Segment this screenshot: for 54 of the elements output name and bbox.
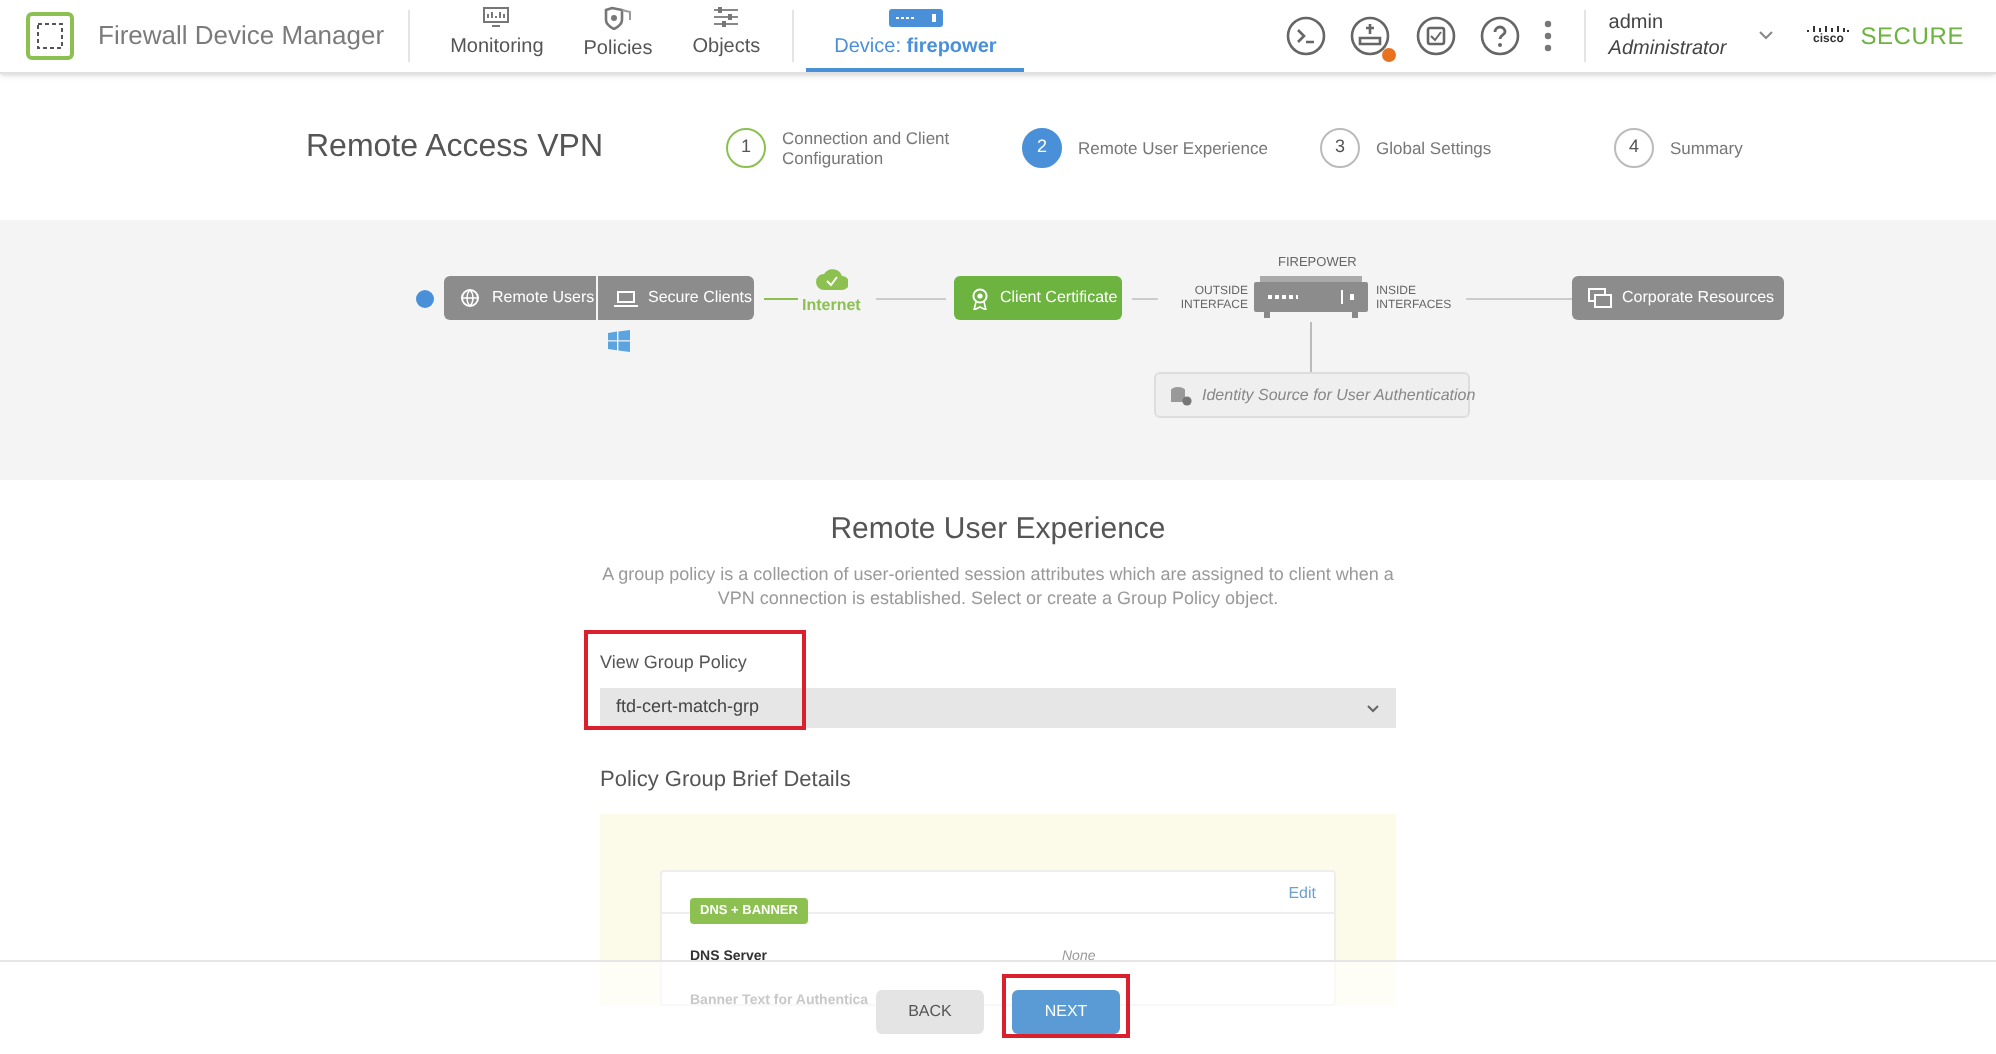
user-role: Administrator (1608, 36, 1727, 62)
bars-icon (1806, 24, 1851, 34)
ribbon-icon (970, 287, 990, 309)
wizard-title: Remote Access VPN (306, 127, 605, 167)
app-title: Firewall Device Manager (98, 18, 385, 55)
globe-icon (460, 287, 482, 309)
chevron-down-icon (1366, 703, 1380, 713)
cloud-icon (816, 268, 848, 290)
database-icon (1170, 385, 1192, 405)
windows-icon (608, 330, 630, 352)
windows-stack-icon (1588, 288, 1612, 308)
step-number: 2 (1022, 127, 1062, 167)
clients-node: Secure Clients (598, 276, 754, 320)
user-name: admin (1608, 10, 1666, 36)
app-logo-icon (26, 12, 74, 60)
brand-product: SECURE (1860, 20, 1964, 54)
connector-line (1466, 298, 1572, 300)
monitor-icon (482, 6, 511, 28)
section-description: A group policy is a collection of user-oriented session attributes which are assigned to client when a VPN connection is established. Select or create a Group Policy object. (600, 561, 1396, 609)
terminal-icon[interactable] (1286, 16, 1327, 56)
identity-node: Identity Source for User Authentication (1154, 372, 1470, 418)
resources-node: Corporate Resources (1572, 276, 1784, 320)
shield-icon (604, 5, 632, 29)
step-number: 1 (726, 127, 766, 167)
details-heading: Policy Group Brief Details (600, 766, 853, 796)
field-label: View Group Policy (600, 649, 749, 676)
policy-dropdown[interactable]: ftd-cert-match-grp (600, 688, 1396, 728)
more-icon[interactable] (1544, 20, 1553, 52)
users-node: Remote Users (444, 276, 596, 320)
sliders-icon (712, 6, 741, 28)
certificate-node: Client Certificate (954, 276, 1122, 320)
section-heading: Remote User Experience (828, 510, 1168, 550)
step-number: 4 (1614, 127, 1654, 167)
connector-line (1310, 322, 1312, 372)
nav-tab[interactable]: Objects (672, 0, 781, 72)
nav-tab[interactable]: Policies (563, 0, 673, 72)
internet-label: Internet (802, 294, 861, 318)
deploy-icon[interactable] (1350, 15, 1393, 57)
laptop-icon (614, 289, 638, 307)
step-number: 3 (1320, 127, 1360, 167)
connector-line (764, 298, 798, 300)
firewall-device-icon (1254, 276, 1368, 318)
nav-tab[interactable]: Monitoring (430, 0, 564, 72)
step-label: Remote User Experience (1078, 137, 1268, 157)
step-label: Summary (1670, 137, 1743, 157)
help-icon[interactable] (1480, 16, 1521, 56)
back-button[interactable]: BACK (876, 989, 984, 1033)
connector-line (1132, 298, 1158, 300)
step-label: Global Settings (1376, 137, 1492, 157)
step-label: Connection and Client Configuration (782, 127, 952, 167)
chevron-down-icon[interactable] (1758, 30, 1775, 42)
device-icon (887, 7, 944, 27)
connector-line (876, 298, 946, 300)
task-list-icon[interactable] (1416, 16, 1457, 56)
